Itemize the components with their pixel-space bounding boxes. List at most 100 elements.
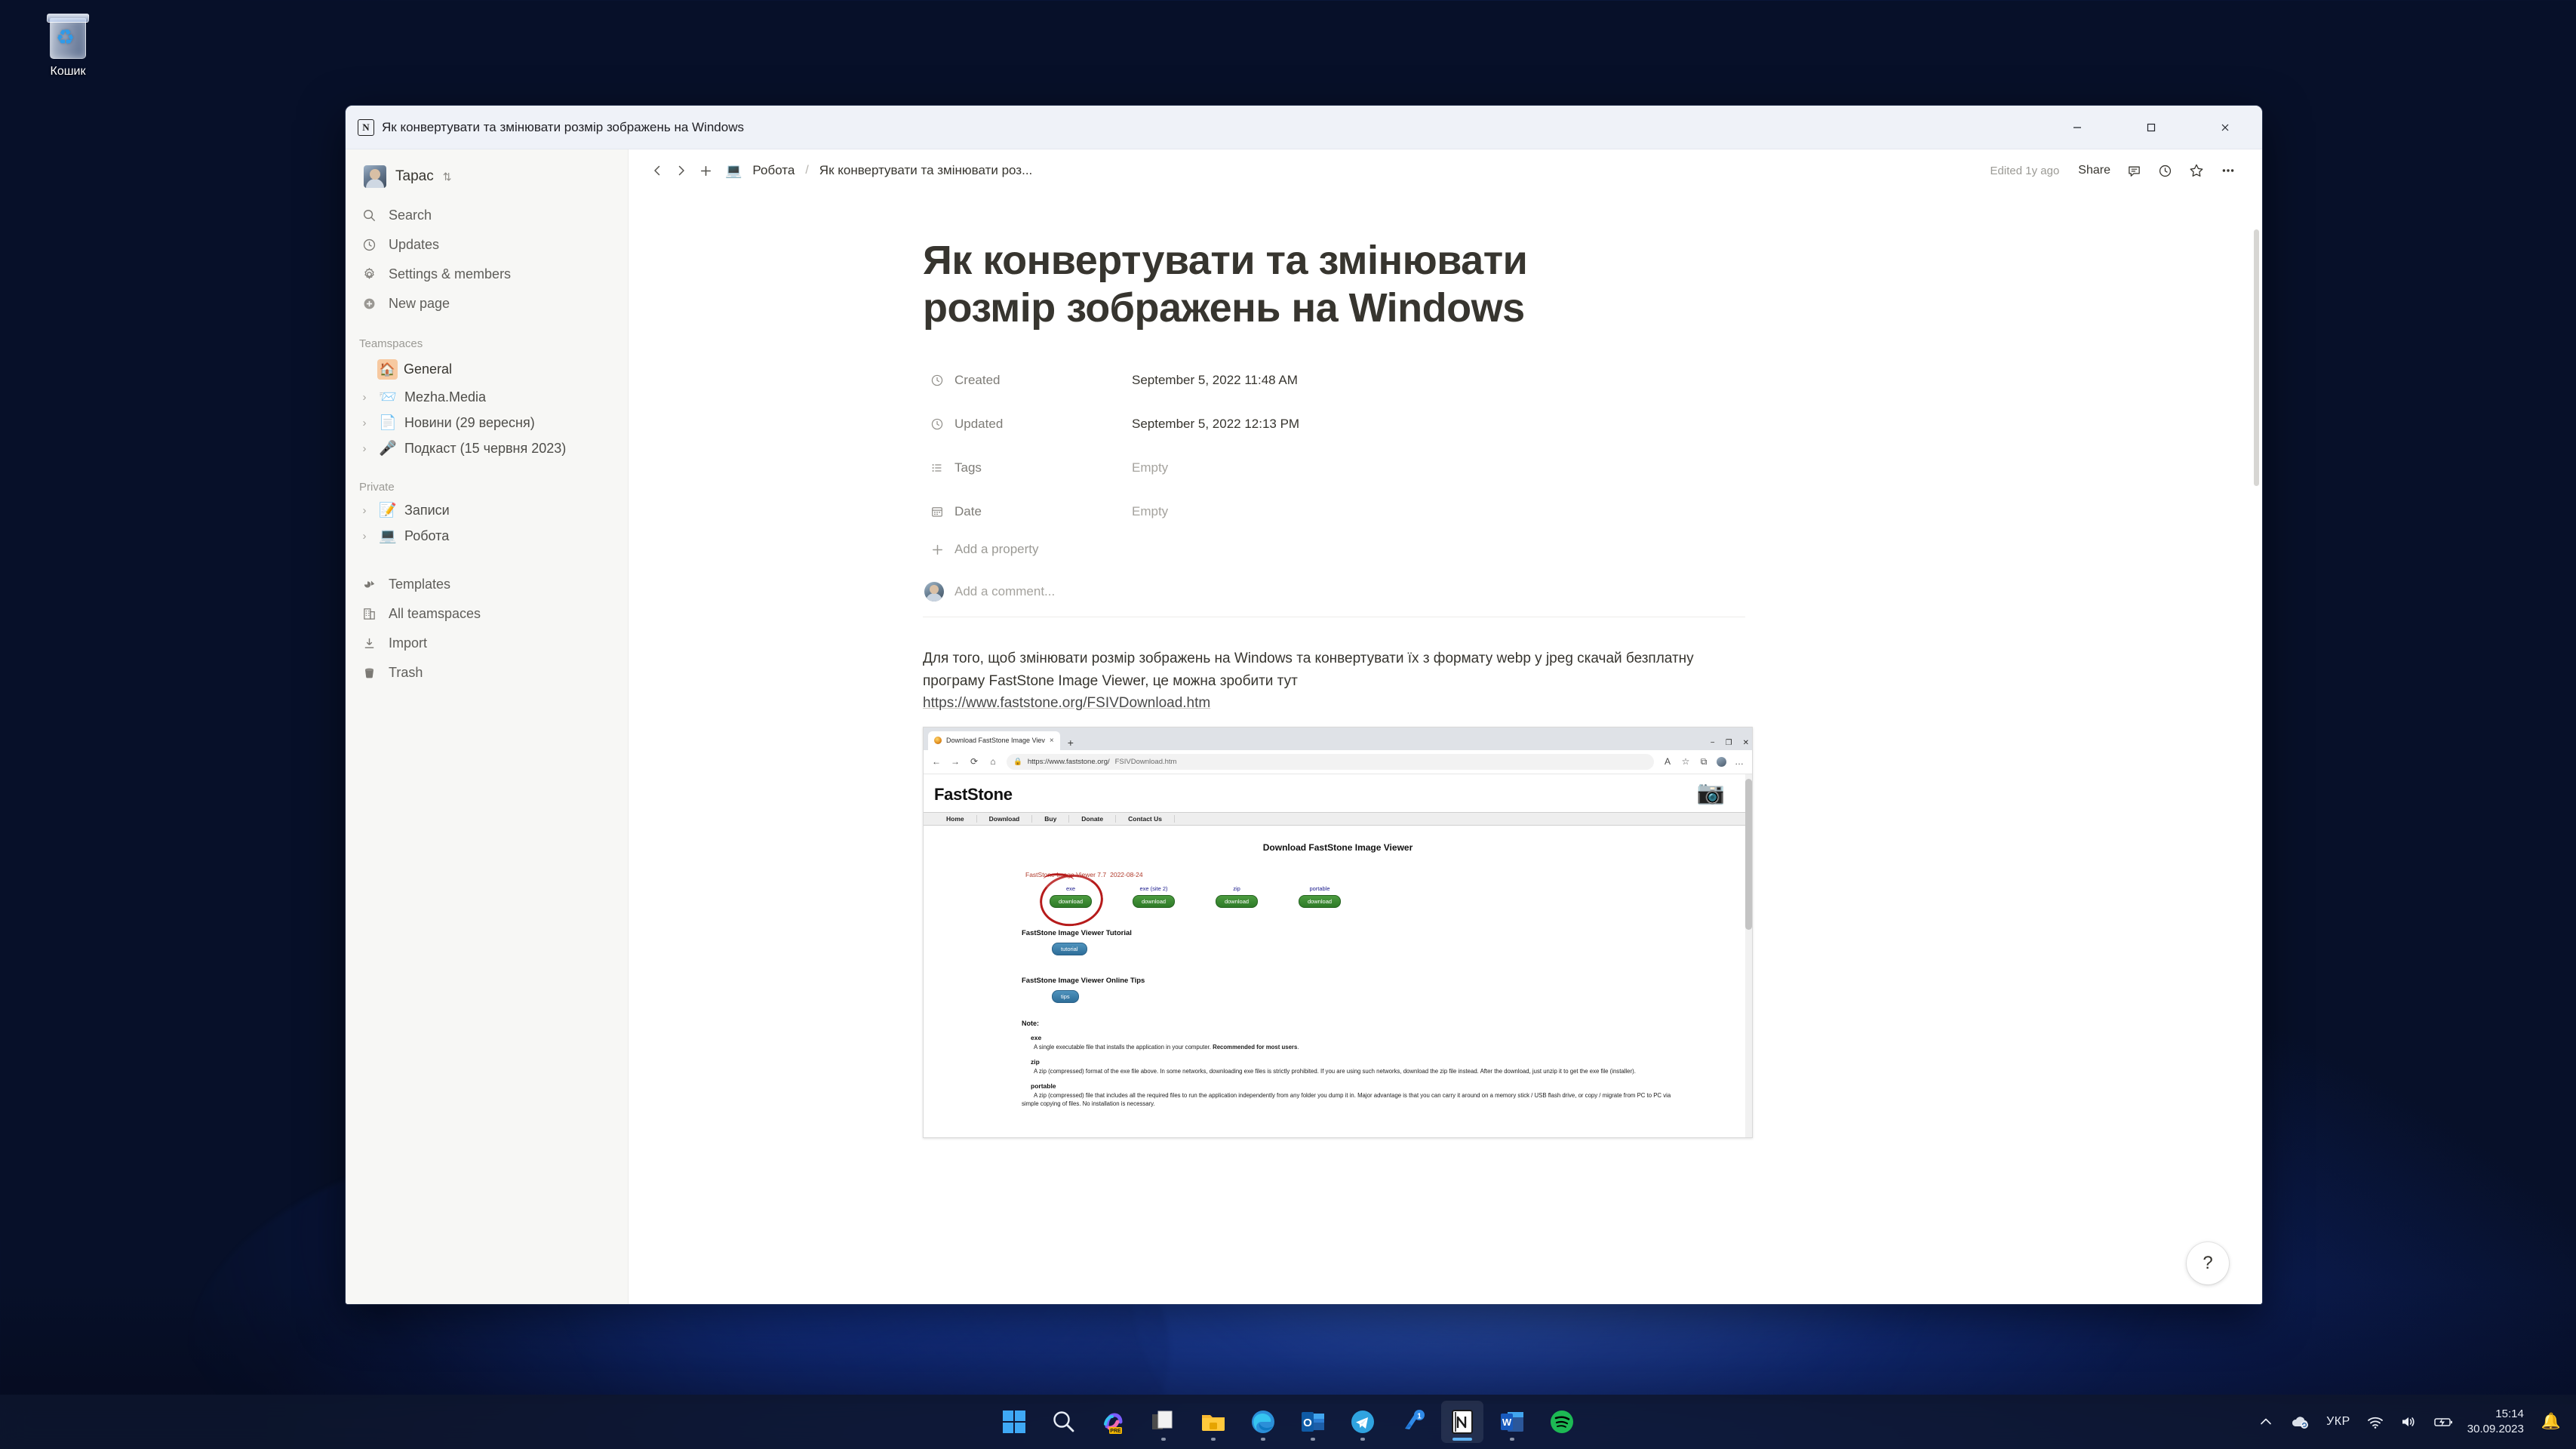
property-key-date[interactable]: Date	[923, 500, 1125, 523]
close-button[interactable]: ✕	[1743, 739, 1749, 747]
property-value[interactable]: September 5, 2022 11:48 AM	[1125, 369, 1305, 392]
sidebar-item-podkast[interactable]: › 🎤 Подкаст (15 червня 2023)	[352, 436, 622, 461]
sidebar-item-general[interactable]: › 🏠 General	[352, 355, 622, 384]
favorites-icon[interactable]: ☆	[1680, 756, 1691, 767]
sidebar-item-robota[interactable]: › 💻 Робота	[352, 524, 622, 549]
chevron-right-icon[interactable]: ›	[358, 505, 371, 516]
sidebar-item-mezha-media[interactable]: › 📨 Mezha.Media	[352, 385, 622, 410]
comment-icon[interactable]	[2120, 158, 2148, 183]
vertical-scrollbar[interactable]	[2254, 229, 2259, 486]
scrollbar-thumb[interactable]	[1745, 778, 1752, 930]
nav-item-download[interactable]: Download	[977, 814, 1033, 823]
sidebar-item-templates[interactable]: Templates	[352, 570, 622, 598]
collections-icon[interactable]: ⧉	[1698, 756, 1709, 768]
grammarly-button[interactable]: 1	[1391, 1401, 1434, 1443]
download-button[interactable]: download	[1132, 894, 1176, 908]
tips-button[interactable]: tips	[1052, 989, 1079, 1003]
copilot-button[interactable]: PRE	[1093, 1401, 1135, 1443]
chevron-right-icon[interactable]: ›	[358, 531, 371, 542]
property-key-tags[interactable]: Tags	[923, 457, 1125, 479]
add-property-button[interactable]: Add a property	[923, 537, 1045, 562]
sidebar-item-new-page[interactable]: New page	[352, 289, 622, 318]
microsoft-word-button[interactable]: W	[1491, 1401, 1533, 1443]
embedded-screenshot[interactable]: Download FastStone Image Viev × + − ❐ ✕	[923, 726, 1753, 1138]
chevron-right-icon[interactable]: ›	[358, 443, 371, 454]
breadcrumb-current[interactable]: Як конвертувати та змінювати роз...	[816, 162, 1036, 180]
property-key-created[interactable]: Created	[923, 369, 1125, 392]
microsoft-edge-button[interactable]	[1242, 1401, 1284, 1443]
nav-item-contact-us[interactable]: Contact Us	[1116, 814, 1175, 823]
telegram-button[interactable]	[1342, 1401, 1384, 1443]
webpage-scrollbar[interactable]	[1745, 774, 1752, 1137]
read-aloud-icon[interactable]: A	[1662, 756, 1673, 767]
sidebar-item-all-teamspaces[interactable]: All teamspaces	[352, 599, 622, 628]
clock[interactable]: 15:14 30.09.2023	[2461, 1407, 2533, 1438]
property-value[interactable]: Empty	[1125, 457, 1175, 479]
sidebar-item-novyny[interactable]: › 📄 Новини (29 вересня)	[352, 411, 622, 435]
forward-button[interactable]	[669, 158, 693, 183]
wifi-button[interactable]	[2359, 1401, 2392, 1443]
minimize-button[interactable]: −	[1711, 739, 1715, 747]
new-tab-button[interactable]: +	[1068, 737, 1074, 749]
spotify-button[interactable]	[1541, 1401, 1583, 1443]
page-body-paragraph[interactable]: Для того, щоб змінювати розмір зображень…	[923, 648, 1730, 714]
sidebar-item-trash[interactable]: Trash	[352, 658, 622, 687]
share-button[interactable]: Share	[2071, 158, 2117, 183]
outlook-button[interactable]: O	[1292, 1401, 1334, 1443]
notifications-button[interactable]: 🔔	[2533, 1401, 2565, 1443]
add-comment-row[interactable]: Add a comment...	[923, 570, 1745, 618]
nav-item-buy[interactable]: Buy	[1032, 814, 1070, 823]
faststone-download-link[interactable]: https://www.faststone.org/FSIVDownload.h…	[923, 695, 1210, 711]
download-button[interactable]: download	[1298, 894, 1342, 908]
restore-button[interactable]: ❐	[1726, 739, 1732, 747]
sidebar-item-updates[interactable]: Updates	[352, 230, 622, 259]
onedrive-button[interactable]	[2282, 1401, 2318, 1443]
profile-avatar[interactable]	[1717, 756, 1726, 767]
more-horizontal-icon[interactable]	[2214, 158, 2242, 183]
maximize-button[interactable]	[2114, 106, 2188, 149]
search-button[interactable]	[1043, 1401, 1085, 1443]
close-button[interactable]	[2188, 106, 2262, 149]
start-button[interactable]	[993, 1401, 1035, 1443]
volume-button[interactable]	[2392, 1401, 2425, 1443]
task-view-button[interactable]	[1142, 1401, 1185, 1443]
reload-icon[interactable]: ⟳	[969, 756, 979, 767]
page-title[interactable]: Як конвертувати та змінювати розмір зобр…	[923, 237, 1632, 331]
history-icon[interactable]	[2151, 158, 2179, 183]
property-value[interactable]: Empty	[1125, 500, 1175, 523]
file-explorer-button[interactable]	[1192, 1401, 1234, 1443]
notion-button[interactable]	[1441, 1401, 1483, 1443]
home-icon[interactable]: ⌂	[988, 756, 998, 767]
workspace-switcher[interactable]: Tapac ⇅	[352, 160, 622, 193]
show-hidden-icons-button[interactable]	[2250, 1401, 2282, 1443]
close-icon[interactable]: ×	[1050, 737, 1054, 745]
window-titlebar[interactable]: N Як конвертувати та змінювати розмір зо…	[346, 106, 2262, 149]
nav-item-home[interactable]: Home	[934, 814, 977, 823]
sidebar-item-zapysy[interactable]: › 📝 Записи	[352, 498, 622, 523]
forward-icon[interactable]: →	[950, 756, 961, 767]
property-value[interactable]: September 5, 2022 12:13 PM	[1125, 413, 1306, 435]
download-button[interactable]: download	[1215, 894, 1259, 908]
help-button[interactable]: ?	[2187, 1242, 2229, 1284]
url-input[interactable]: 🔒 https://www.faststone.org/FSIVDownload…	[1007, 753, 1654, 770]
back-icon[interactable]: ←	[931, 756, 942, 767]
sidebar-item-settings[interactable]: Settings & members	[352, 260, 622, 288]
star-icon[interactable]	[2182, 158, 2211, 183]
breadcrumb-parent[interactable]: Робота	[749, 162, 798, 180]
sidebar-item-import[interactable]: Import	[352, 629, 622, 657]
browser-tab[interactable]: Download FastStone Image Viev ×	[928, 731, 1060, 750]
nav-item-donate[interactable]: Donate	[1069, 814, 1117, 823]
chevron-right-icon[interactable]: ›	[358, 417, 371, 429]
back-button[interactable]	[645, 158, 669, 183]
page-scroll-area[interactable]: Як конвертувати та змінювати розмір зобр…	[629, 192, 2262, 1304]
battery-button[interactable]	[2425, 1401, 2461, 1443]
desktop-icon-recycle-bin[interactable]: ♻ Кошик	[8, 6, 128, 112]
language-indicator[interactable]: УКР	[2318, 1401, 2359, 1443]
chevron-right-icon[interactable]: ›	[358, 392, 371, 403]
tutorial-button[interactable]: tutorial	[1052, 942, 1087, 955]
property-key-updated[interactable]: Updated	[923, 413, 1125, 435]
sidebar-item-search[interactable]: Search	[352, 201, 622, 229]
minimize-button[interactable]	[2040, 106, 2114, 149]
more-icon[interactable]: …	[1734, 756, 1744, 767]
new-page-button[interactable]	[693, 158, 718, 183]
